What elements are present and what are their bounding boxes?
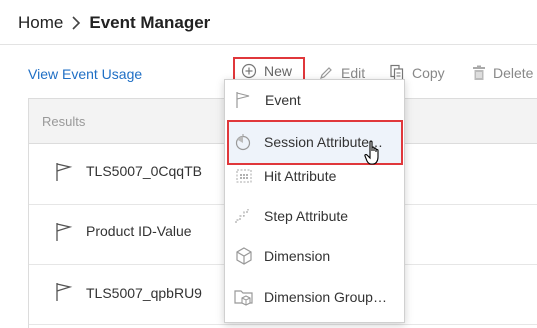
breadcrumb-home[interactable]: Home bbox=[18, 13, 63, 33]
hit-attribute-icon bbox=[234, 166, 254, 186]
menu-item-label: Event bbox=[265, 92, 301, 108]
hand-cursor-icon bbox=[364, 140, 384, 166]
menu-item-label: Step Attribute bbox=[264, 208, 349, 224]
row-label[interactable]: TLS5007_0CqqTB bbox=[86, 163, 202, 179]
menu-item-label: Dimension bbox=[264, 248, 331, 264]
flag-icon bbox=[55, 162, 73, 182]
page-title: Event Manager bbox=[89, 13, 211, 32]
step-attribute-icon bbox=[234, 206, 254, 226]
view-event-usage-link[interactable]: View Event Usage bbox=[28, 66, 142, 82]
new-button-label: New bbox=[264, 63, 293, 79]
delete-button-label: Delete bbox=[493, 65, 534, 81]
dimension-group-icon bbox=[234, 287, 256, 307]
menu-item-label: Hit Attribute bbox=[264, 168, 337, 184]
delete-button[interactable]: Delete bbox=[472, 62, 533, 84]
flag-icon bbox=[235, 91, 253, 109]
menu-item-dimension-group[interactable]: Dimension Group… bbox=[224, 277, 405, 317]
trash-icon bbox=[472, 65, 486, 81]
cube-icon bbox=[234, 246, 254, 266]
copy-button-label: Copy bbox=[412, 65, 445, 81]
chevron-right-icon bbox=[71, 16, 81, 30]
menu-item-dimension[interactable]: Dimension bbox=[224, 236, 405, 276]
plus-circle-icon bbox=[241, 63, 257, 79]
row-label[interactable]: Product ID-Value bbox=[86, 223, 192, 239]
flag-icon bbox=[55, 282, 73, 302]
flag-icon bbox=[55, 222, 73, 242]
header-divider bbox=[0, 44, 537, 45]
menu-item-label: Dimension Group… bbox=[264, 289, 387, 305]
breadcrumb: Home Event Manager bbox=[18, 13, 210, 33]
row-label[interactable]: TLS5007_qpbRU9 bbox=[86, 285, 202, 301]
menu-item-event[interactable]: Event bbox=[225, 80, 406, 120]
menu-item-step-attribute[interactable]: Step Attribute bbox=[224, 196, 405, 236]
results-header-label: Results bbox=[42, 114, 86, 129]
session-attribute-icon bbox=[234, 133, 252, 151]
